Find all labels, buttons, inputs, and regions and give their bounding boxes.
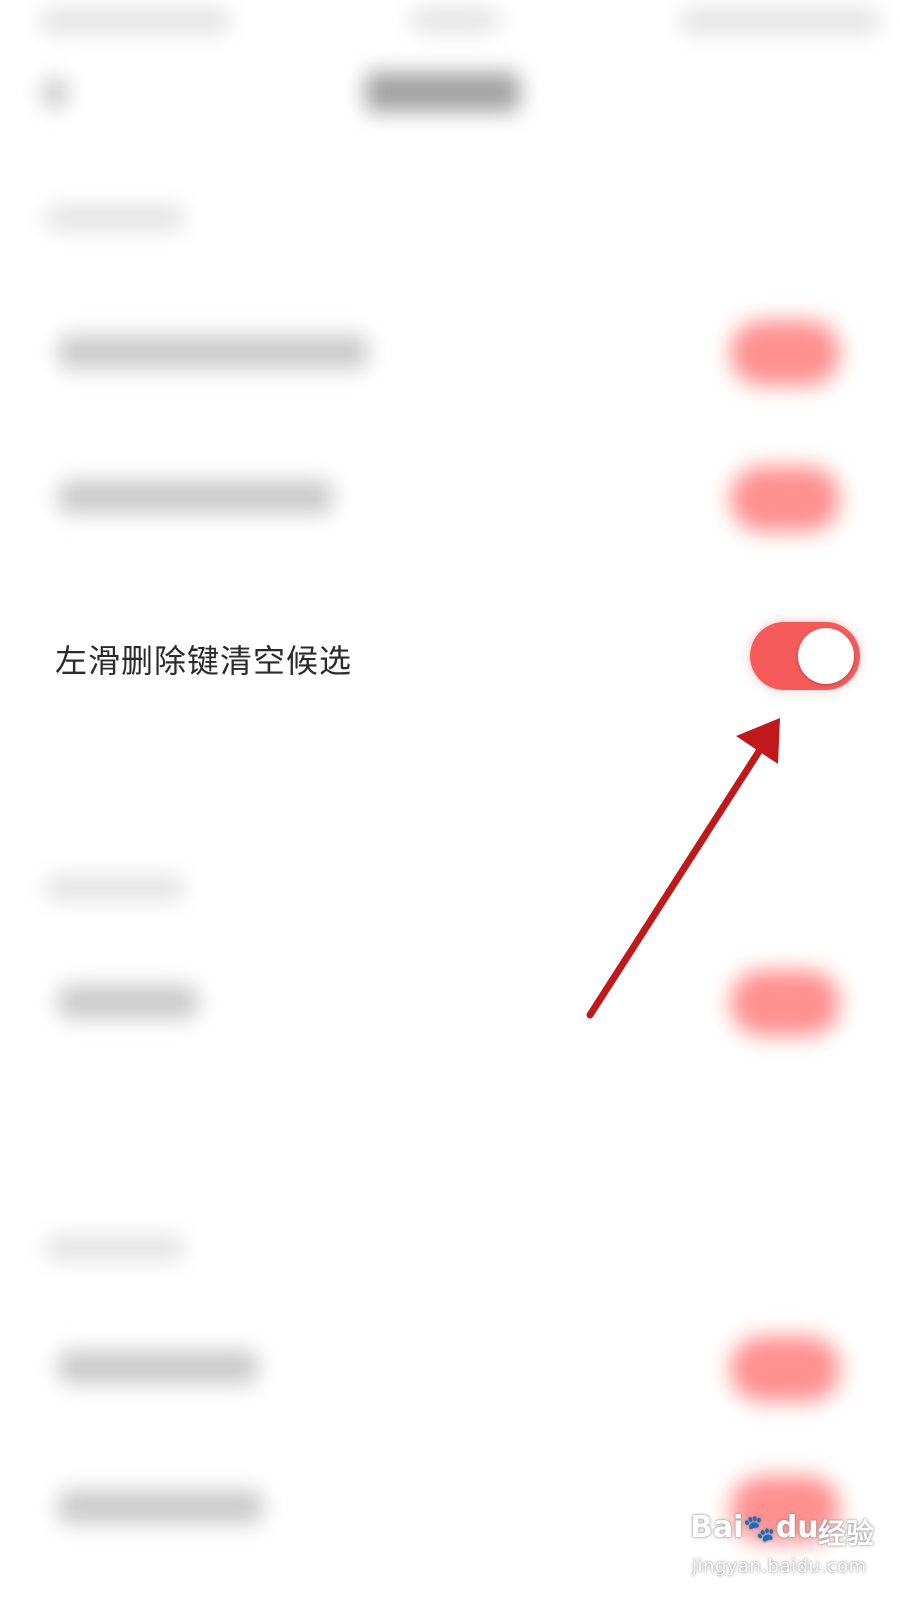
toggle-switch[interactable] <box>730 466 840 532</box>
toggle-switch[interactable] <box>730 1336 840 1402</box>
toggle-switch-swipe-clear[interactable] <box>750 622 860 690</box>
status-bar-left <box>40 8 230 34</box>
page-title <box>365 72 520 112</box>
watermark-text: du <box>775 1510 819 1545</box>
status-bar-right <box>680 8 880 34</box>
back-icon[interactable] <box>42 78 68 108</box>
toggle-knob <box>798 628 854 684</box>
blurred-background <box>0 0 900 1600</box>
section-header <box>45 205 185 231</box>
watermark-product: 经验 <box>818 1517 875 1550</box>
baidu-jingyan-watermark: Bai🐾du 经验 jingyan.baidu.com <box>690 1500 890 1595</box>
section-header <box>45 1235 185 1261</box>
setting-row-label <box>58 1490 263 1524</box>
watermark-url: jingyan.baidu.com <box>692 1556 867 1577</box>
watermark-text: Bai <box>690 1510 744 1545</box>
section-header <box>45 875 185 901</box>
setting-label: 左滑删除键清空候选 <box>55 642 353 680</box>
setting-row-label <box>58 480 333 514</box>
setting-row-label <box>58 1350 258 1384</box>
setting-row-label <box>58 335 368 369</box>
status-bar-center <box>410 8 500 32</box>
paw-icon: 🐾 <box>743 1514 776 1544</box>
toggle-switch[interactable] <box>730 970 840 1036</box>
toggle-switch[interactable] <box>730 320 840 386</box>
setting-row-label <box>58 985 198 1019</box>
